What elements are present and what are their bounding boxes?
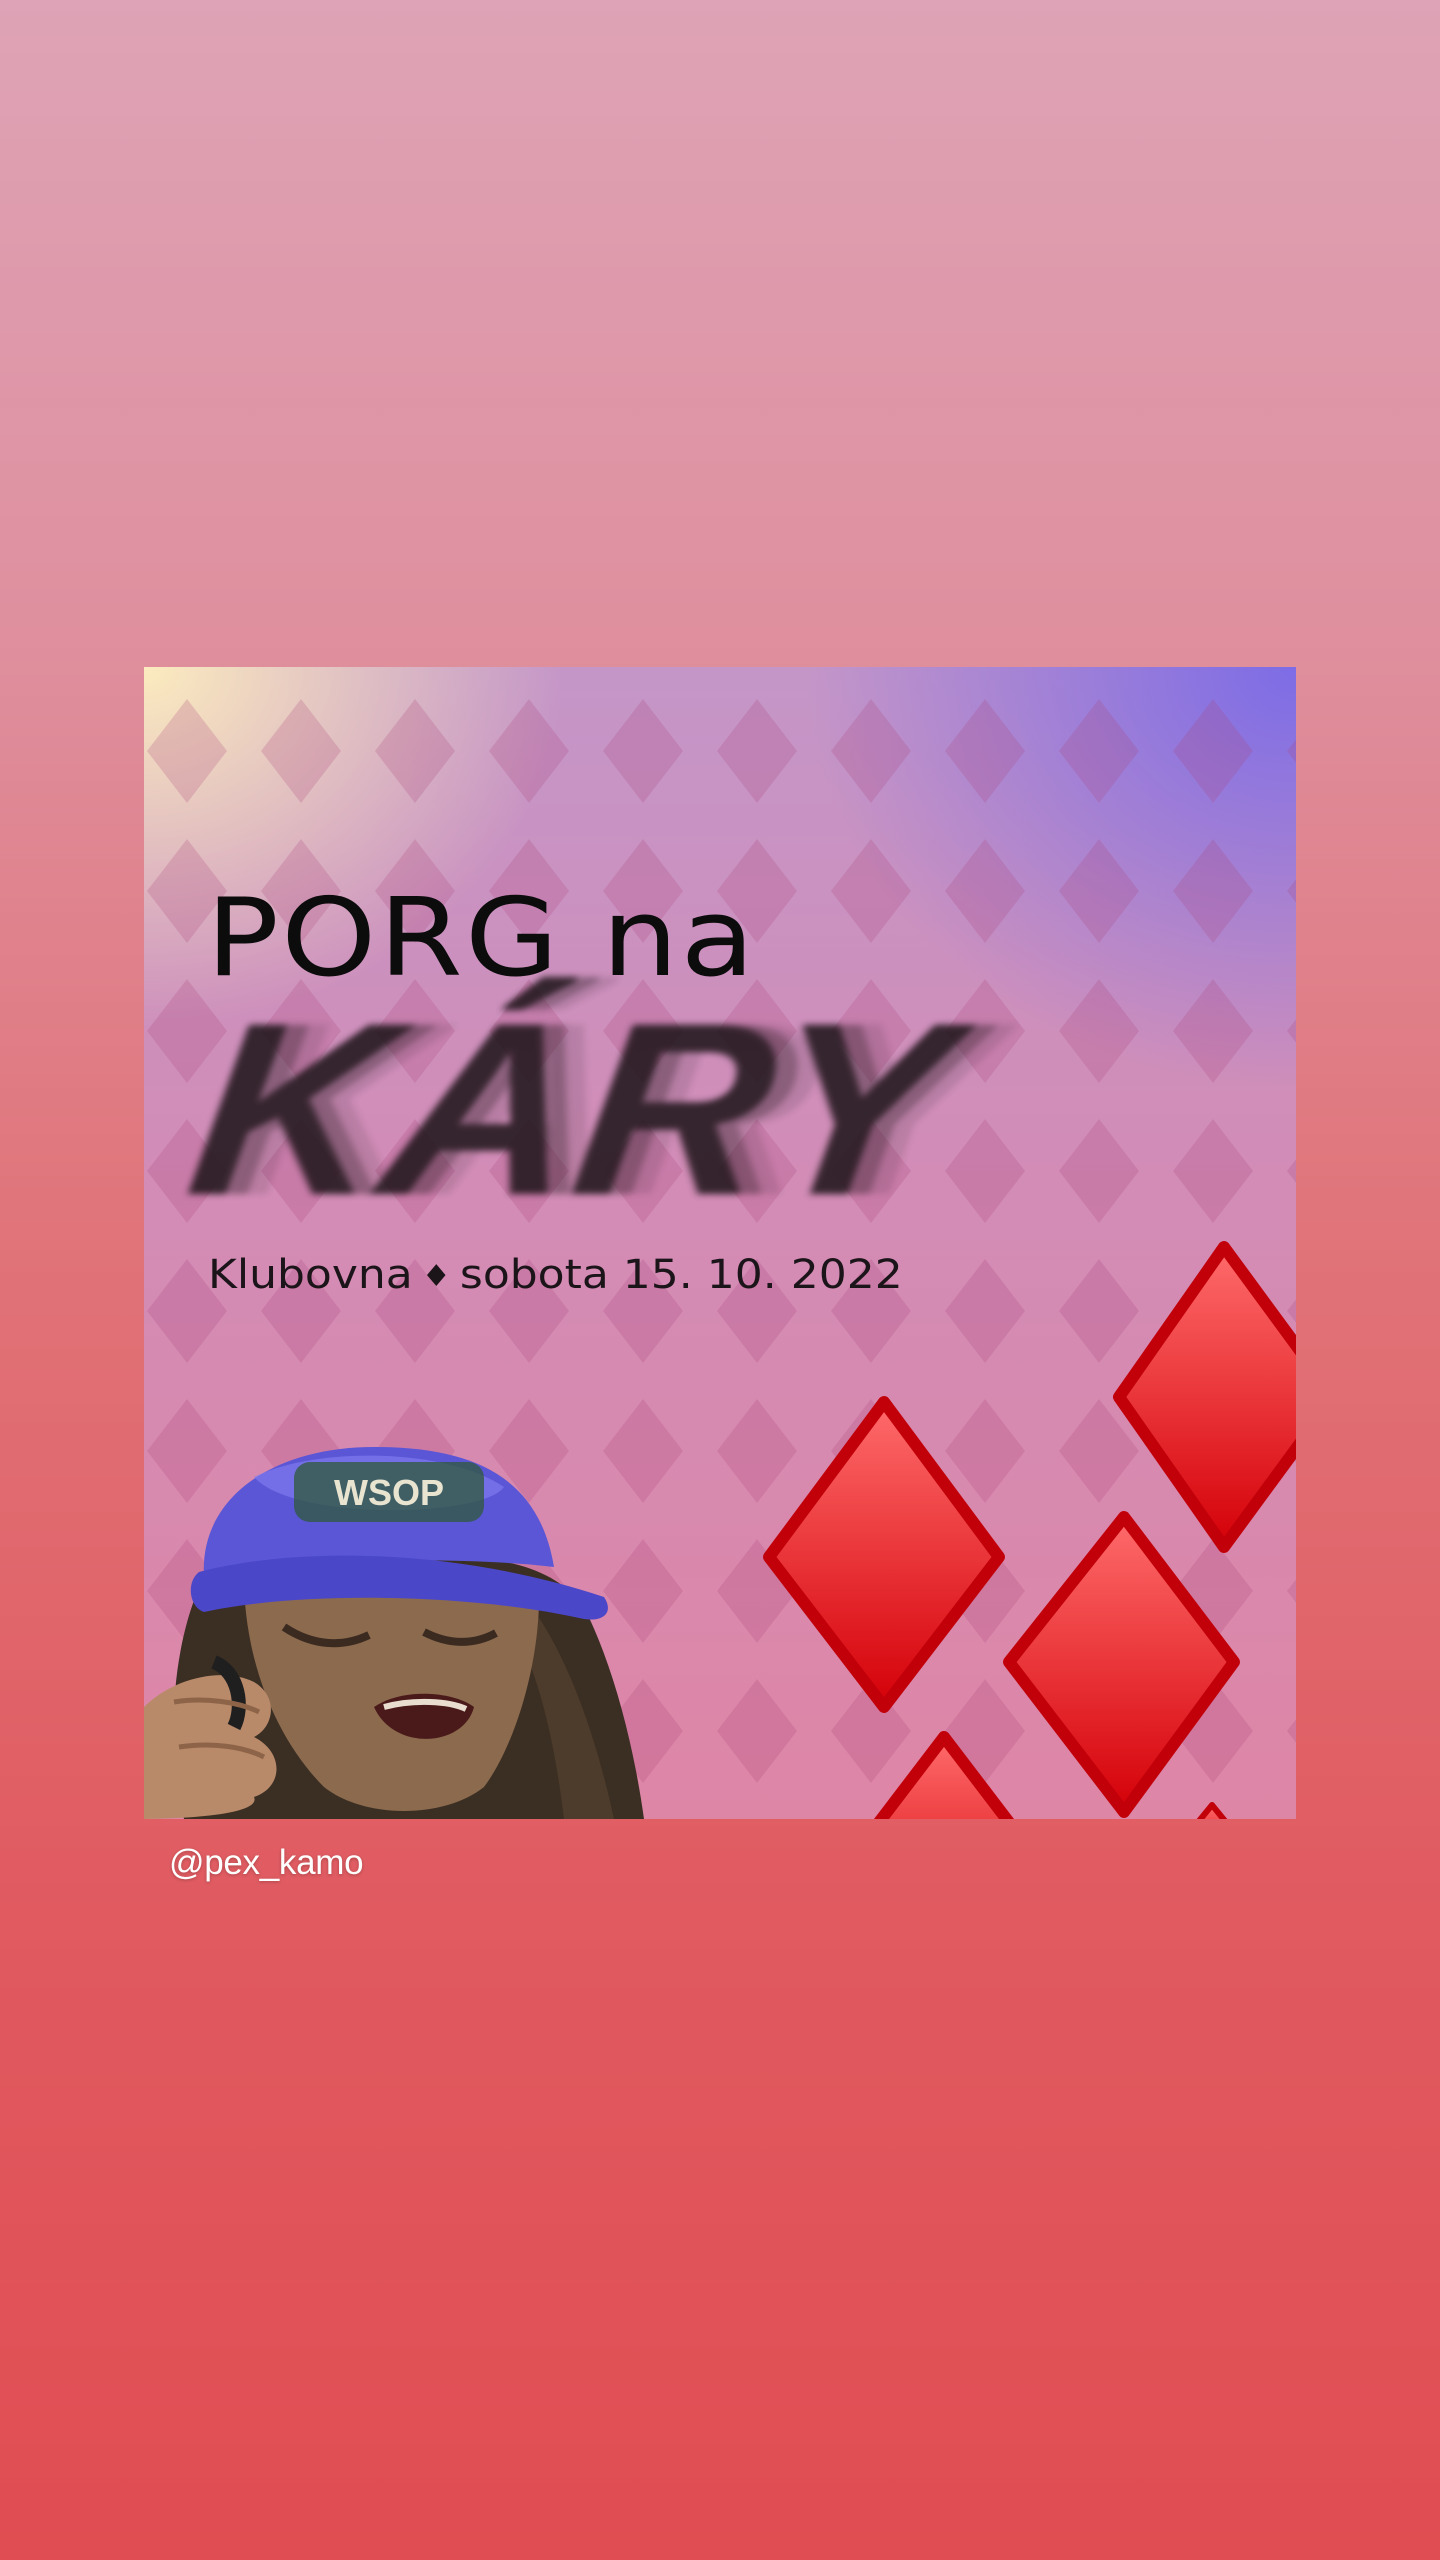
red-diamond-icon [873, 1731, 1015, 1819]
red-diamond-icon [1196, 1802, 1228, 1819]
red-diamond-icon [1003, 1511, 1240, 1818]
cap-logo: WSOP [294, 1462, 484, 1522]
red-diamond-icon [1113, 1241, 1296, 1553]
author-username[interactable]: @pex_kamo [169, 1843, 364, 1883]
svg-text:WSOP: WSOP [334, 1472, 444, 1513]
person-with-cap-photo: WSOP [144, 1447, 644, 1819]
story-viewer[interactable]: PORG na KÁRY Klubovna ♦ sobota 15. 10. 202… [0, 0, 1440, 2560]
post-image[interactable]: PORG na KÁRY Klubovna ♦ sobota 15. 10. 202… [144, 667, 1296, 1819]
red-diamond-icon [763, 1396, 1005, 1713]
